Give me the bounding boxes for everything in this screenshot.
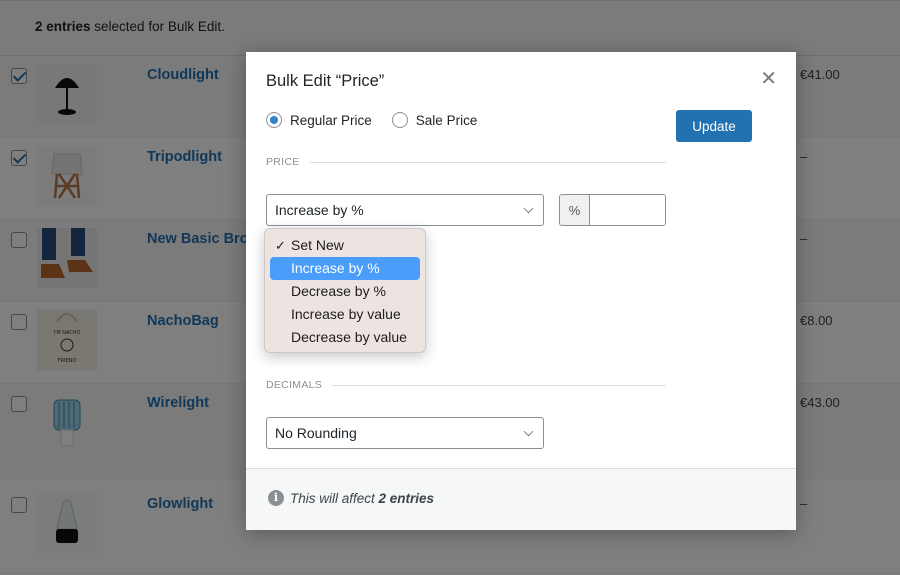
decimals-select[interactable]: No Rounding xyxy=(266,417,544,449)
option-label: Increase by % xyxy=(291,260,380,276)
affect-prefix: This will affect xyxy=(290,491,379,506)
decimals-section-label: DECIMALS xyxy=(266,379,323,391)
chevron-down-icon xyxy=(523,203,534,214)
price-mode-select[interactable]: Increase by % xyxy=(266,194,544,226)
close-icon[interactable]: ✕ xyxy=(760,69,777,89)
radio-button[interactable] xyxy=(391,112,408,128)
checkmark-icon: ✓ xyxy=(275,238,286,253)
price-type-radio-group: Regular Price Sale Price xyxy=(266,112,497,128)
percent-input-group: % xyxy=(559,194,666,226)
chevron-down-icon xyxy=(523,426,534,437)
option-label: Decrease by % xyxy=(291,283,386,299)
section-divider xyxy=(309,161,666,163)
update-button[interactable]: Update xyxy=(676,110,752,142)
radio-button-selected[interactable] xyxy=(266,112,282,128)
decimals-select-value: No Rounding xyxy=(275,425,357,441)
percent-addon: % xyxy=(560,195,590,225)
price-mode-select-value: Increase by % xyxy=(275,202,364,218)
dropdown-option-set-new[interactable]: ✓ Set New xyxy=(270,234,420,257)
affect-count-message: This will affect 2 entries xyxy=(290,491,434,506)
dropdown-option-increase-by-percent[interactable]: Increase by % xyxy=(270,257,420,280)
affect-count: 2 entries xyxy=(378,491,435,506)
modal-footer: i This will affect 2 entries xyxy=(246,468,796,530)
option-label: Decrease by value xyxy=(291,329,407,345)
price-mode-dropdown-menu: ✓ Set New Increase by % Decrease by % In… xyxy=(264,228,426,353)
decimals-section-header: DECIMALS xyxy=(266,379,666,391)
dropdown-option-decrease-by-percent[interactable]: Decrease by % xyxy=(270,280,420,303)
radio-label: Sale Price xyxy=(415,112,478,128)
bulk-edit-modal: Bulk Edit “Price” ✕ Regular Price Sale P… xyxy=(246,52,796,530)
price-section-header: PRICE xyxy=(266,156,666,168)
percent-input[interactable] xyxy=(590,195,665,225)
section-divider xyxy=(332,384,666,386)
dropdown-option-decrease-by-value[interactable]: Decrease by value xyxy=(270,326,420,349)
option-label: Increase by value xyxy=(291,306,401,322)
radio-label: Regular Price xyxy=(290,112,372,128)
price-section-label: PRICE xyxy=(266,156,300,168)
info-icon: i xyxy=(268,490,284,506)
regular-price-radio[interactable]: Regular Price xyxy=(266,112,372,128)
sale-price-radio[interactable]: Sale Price xyxy=(391,112,478,128)
dropdown-option-increase-by-value[interactable]: Increase by value xyxy=(270,303,420,326)
modal-title: Bulk Edit “Price” xyxy=(266,72,385,90)
option-label: Set New xyxy=(291,237,344,253)
